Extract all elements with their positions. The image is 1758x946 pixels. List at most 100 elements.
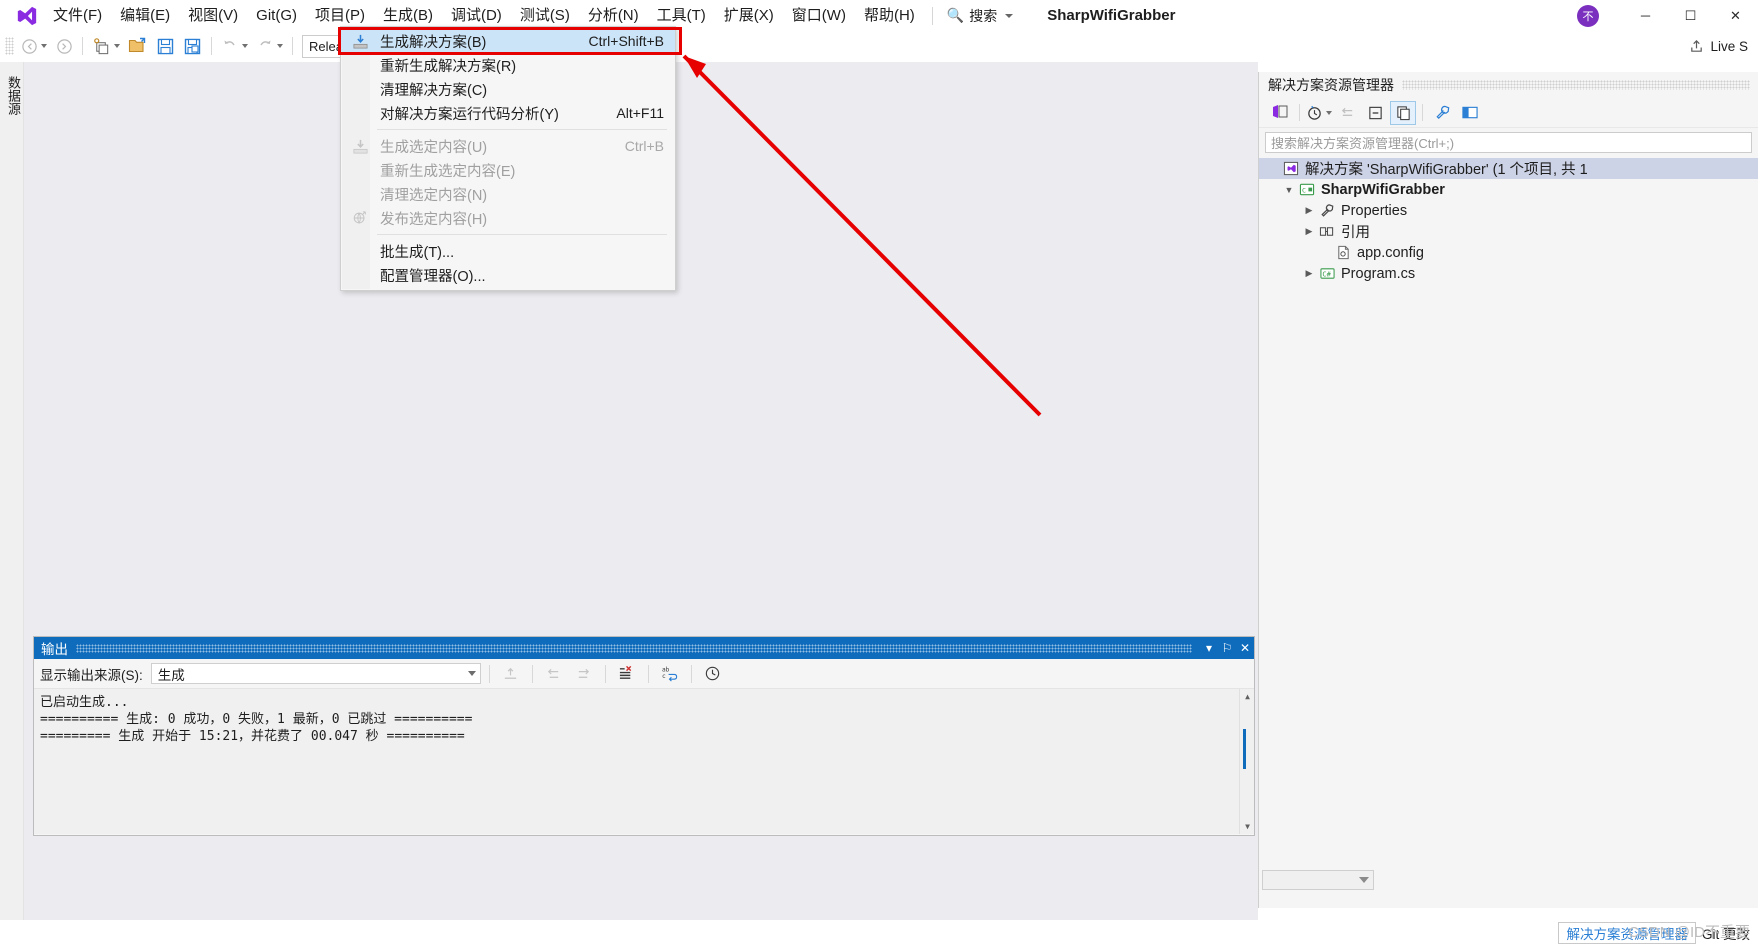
menu-item-clean-solution[interactable]: 清理解决方案(C): [341, 77, 675, 101]
preview-selected-items-icon[interactable]: [1457, 101, 1483, 125]
csharp-file-icon: C#: [1317, 266, 1337, 281]
show-timestamps-icon[interactable]: [700, 662, 726, 686]
tree-item-label: Program.cs: [1341, 265, 1416, 282]
collapse-all-icon[interactable]: [1362, 101, 1388, 125]
menu-item-batch-build[interactable]: 批生成(T)...: [341, 239, 675, 263]
scrollbar-thumb[interactable]: [1243, 729, 1246, 769]
output-scrollbar[interactable]: ▲ ▼: [1239, 689, 1254, 834]
build-menu-dropdown: 生成解决方案(B) Ctrl+Shift+B 重新生成解决方案(R) 清理解决方…: [340, 26, 676, 291]
status-bar: 解决方案资源管理器 Git 更改: [0, 920, 1758, 946]
menu-item-shortcut: Ctrl+Shift+B: [588, 33, 664, 49]
chevron-down-icon[interactable]: [242, 44, 248, 48]
clear-all-icon[interactable]: [614, 662, 640, 686]
empty-icon-slot: [347, 184, 373, 204]
save-button[interactable]: [153, 33, 178, 59]
maximize-button[interactable]: ☐: [1668, 0, 1713, 31]
menu-file[interactable]: 文件(F): [44, 0, 111, 31]
menu-window[interactable]: 窗口(W): [783, 0, 855, 31]
tree-item-app-config[interactable]: app.config: [1259, 242, 1758, 263]
chevron-down-icon[interactable]: [1326, 110, 1332, 115]
menu-edit[interactable]: 编辑(E): [111, 0, 179, 31]
chevron-collapsed-icon[interactable]: ▶: [1301, 268, 1317, 279]
open-file-button[interactable]: [125, 33, 151, 59]
new-project-button[interactable]: [89, 33, 123, 59]
toolbar-divider: [82, 37, 83, 55]
minimize-button[interactable]: ─: [1623, 0, 1668, 31]
menu-item-shortcut: Ctrl+B: [624, 138, 664, 154]
data-sources-tab[interactable]: 数据源: [0, 70, 27, 121]
properties-wrench-icon[interactable]: [1429, 101, 1455, 125]
previous-message-icon[interactable]: [541, 662, 567, 686]
chevron-down-icon: [1005, 13, 1014, 18]
chevron-collapsed-icon[interactable]: ▶: [1301, 205, 1317, 216]
menu-view[interactable]: 视图(V): [179, 0, 247, 31]
sync-with-active-document-icon[interactable]: [1334, 101, 1360, 125]
menu-extensions[interactable]: 扩展(X): [715, 0, 783, 31]
menu-item-label: 生成解决方案(B): [380, 34, 487, 51]
chevron-down-icon[interactable]: [114, 44, 120, 48]
avatar[interactable]: 不: [1577, 4, 1599, 27]
tree-item-references[interactable]: ▶ 引用: [1259, 221, 1758, 242]
empty-icon-slot: [347, 79, 373, 99]
menu-item-build-solution[interactable]: 生成解决方案(B) Ctrl+Shift+B: [341, 29, 675, 53]
live-share-button[interactable]: Live S: [1689, 31, 1748, 62]
chevron-down-icon: [467, 671, 476, 676]
toolbar-grip-handle[interactable]: [5, 37, 14, 55]
menu-divider: [931, 6, 933, 25]
build-solution-icon: [347, 31, 373, 51]
watermark-text: CSDN @ID不重要: [1628, 924, 1750, 941]
window-controls: 不 ─ ☐ ✕: [1577, 0, 1758, 31]
output-source-dropdown[interactable]: 生成: [150, 663, 481, 684]
panel-dropdown-button[interactable]: ▾: [1200, 641, 1218, 655]
search-input[interactable]: 🔍 搜索: [941, 4, 1019, 28]
chevron-collapsed-icon[interactable]: ▶: [1301, 226, 1317, 237]
menu-item-rebuild-solution[interactable]: 重新生成解决方案(R): [341, 53, 675, 77]
show-all-files-icon[interactable]: [1390, 100, 1416, 125]
redo-button[interactable]: [253, 33, 286, 59]
solution-explorer-search-input[interactable]: 搜索解决方案资源管理器(Ctrl+;): [1265, 132, 1752, 153]
panel-pin-button[interactable]: ⚐: [1218, 641, 1236, 655]
solution-explorer-title: 解决方案资源管理器: [1268, 77, 1394, 93]
search-label: 搜索: [969, 7, 998, 24]
menu-item-run-code-analysis[interactable]: 对解决方案运行代码分析(Y) Alt+F11: [341, 101, 675, 125]
menu-help[interactable]: 帮助(H): [855, 0, 924, 31]
tree-item-program-cs[interactable]: ▶ C# Program.cs: [1259, 263, 1758, 284]
panel-drag-handle[interactable]: [1402, 80, 1750, 90]
undo-button[interactable]: [218, 33, 251, 59]
empty-icon-slot: [347, 160, 373, 180]
panel-close-button[interactable]: ✕: [1236, 641, 1254, 655]
references-icon: [1317, 224, 1337, 239]
pending-changes-filter-icon[interactable]: [1306, 101, 1332, 125]
solution-explorer-bottom-dropdown[interactable]: [1262, 870, 1374, 890]
next-message-icon[interactable]: [571, 662, 597, 686]
visual-studio-window: 文件(F) 编辑(E) 视图(V) Git(G) 项目(P) 生成(B) 调试(…: [0, 0, 1758, 946]
tree-item-solution[interactable]: 解决方案 'SharpWifiGrabber' (1 个项目, 共 1: [1259, 158, 1758, 179]
save-all-button[interactable]: [180, 33, 205, 59]
menu-git[interactable]: Git(G): [247, 0, 306, 31]
close-button[interactable]: ✕: [1713, 0, 1758, 31]
chevron-expanded-icon[interactable]: ▼: [1281, 185, 1297, 195]
navigate-forward-button[interactable]: [52, 33, 76, 59]
menu-item-label: 生成选定内容(U): [380, 139, 488, 156]
toggle-word-wrap-icon[interactable]: ab c: [657, 662, 683, 686]
chevron-down-icon[interactable]: [41, 44, 47, 48]
toolbar-divider: [690, 664, 692, 683]
menu-item-label: 批生成(T)...: [380, 244, 455, 261]
menu-item-configuration-manager[interactable]: 配置管理器(O)...: [341, 263, 675, 287]
chevron-down-icon[interactable]: [277, 44, 283, 48]
menu-item-label: 清理解决方案(C): [380, 82, 488, 99]
navigate-backward-button[interactable]: [18, 33, 50, 59]
wrench-icon: [1317, 203, 1337, 218]
tree-item-project[interactable]: ▼ C SharpWifiGrabber: [1259, 179, 1758, 200]
go-to-message-icon[interactable]: [498, 662, 524, 686]
output-log-text[interactable]: 已启动生成... ========== 生成: 0 成功，0 失败，1 最新，0…: [34, 688, 1254, 834]
tree-item-label: SharpWifiGrabber: [1321, 181, 1445, 198]
solution-explorer-panel: 解决方案资源管理器 搜索解决方案资源管理器(Ctrl+;) 解决方案 'Shar…: [1258, 72, 1758, 908]
tree-item-properties[interactable]: ▶ Properties: [1259, 200, 1758, 221]
chevron-down-icon: [1359, 877, 1369, 883]
panel-drag-handle[interactable]: [76, 643, 1192, 653]
switch-views-icon[interactable]: [1267, 101, 1293, 125]
scroll-up-arrow-icon[interactable]: ▲: [1240, 689, 1254, 704]
tree-item-label: 引用: [1341, 225, 1370, 241]
scroll-down-arrow-icon[interactable]: ▼: [1240, 819, 1254, 834]
